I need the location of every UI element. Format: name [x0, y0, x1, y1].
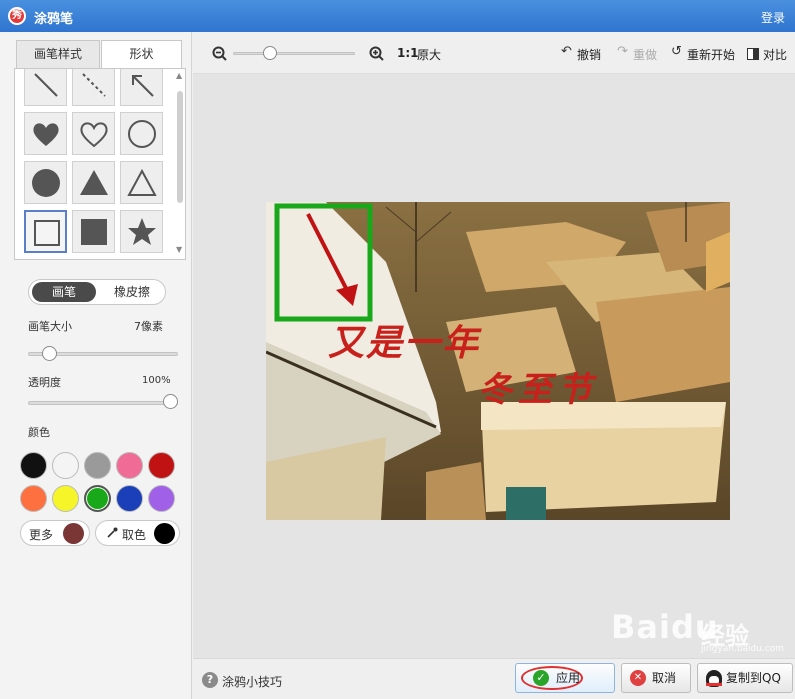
shape-circle-outline-tool[interactable] — [120, 112, 163, 155]
color-swatch[interactable] — [116, 485, 143, 512]
shape-heart-outline-tool[interactable] — [72, 112, 115, 155]
original-size-button[interactable]: 原大 — [417, 46, 441, 63]
restart-button[interactable]: 重新开始 — [687, 46, 735, 63]
color-swatch[interactable] — [20, 485, 47, 512]
circle-outline-icon — [128, 120, 156, 148]
left-panel: 画笔样式 形状 ▲ ▼ 画笔 橡皮擦 画笔大小 7像素 透明度 100% 颜色 … — [0, 32, 192, 699]
scroll-up-icon[interactable]: ▲ — [176, 71, 182, 80]
apply-label: 应用 — [556, 671, 581, 685]
dashed-line-icon — [82, 73, 106, 97]
triangle-filled-icon — [80, 170, 108, 195]
mode-toggle: 画笔 橡皮擦 — [28, 279, 166, 305]
doodle-tips-link[interactable]: 涂鸦小技巧 — [222, 673, 282, 690]
compare-icon[interactable] — [747, 48, 759, 60]
triangle-outline-icon — [127, 168, 157, 196]
login-link[interactable]: 登录 — [761, 9, 785, 26]
canvas-area: 又是一年 冬至节 Baidu 经验 jingyan.baidu.com — [193, 74, 795, 658]
shape-circle-filled-tool[interactable] — [24, 161, 67, 204]
more-colors-button[interactable]: 更多 — [20, 520, 90, 546]
circle-filled-icon — [32, 169, 60, 197]
shape-square-outline-tool[interactable] — [24, 210, 67, 253]
brush-size-label: 画笔大小 — [28, 320, 72, 333]
brush-mode-button[interactable]: 画笔 — [32, 282, 96, 302]
window-title: 涂鸦笔 — [34, 12, 74, 27]
restart-icon[interactable]: ↺ — [671, 44, 682, 59]
shape-dashed-line-tool[interactable] — [72, 69, 115, 106]
left-tabs: 画笔样式 形状 — [16, 40, 182, 68]
shape-arrow-tool[interactable] — [120, 69, 163, 106]
cancel-icon: ✕ — [630, 670, 646, 686]
color-swatch[interactable] — [84, 485, 111, 512]
color-swatch[interactable] — [52, 485, 79, 512]
arrow-icon — [132, 75, 154, 97]
shape-line-tool[interactable] — [24, 69, 67, 106]
top-toolbar: 1:1 原大 ↶ 撤销 ↷ 重做 ↺ 重新开始 对比 — [193, 32, 795, 74]
eyedropper-icon — [107, 527, 118, 538]
app-window: 秀 涂鸦笔 登录 画笔样式 形状 ▲ ▼ 画笔 橡皮擦 画笔大小 7像素 透明度… — [0, 0, 795, 699]
tab-brush-style[interactable]: 画笔样式 — [16, 40, 100, 68]
zoom-in-icon[interactable] — [369, 46, 384, 61]
undo-button[interactable]: 撤销 — [577, 46, 601, 63]
heart-filled-icon — [33, 123, 59, 146]
color-swatch[interactable] — [20, 452, 47, 479]
redo-button[interactable]: 重做 — [633, 46, 657, 63]
cancel-button[interactable]: ✕ 取消 — [621, 663, 691, 693]
shape-square-filled-tool[interactable] — [72, 210, 115, 253]
color-swatch[interactable] — [148, 485, 175, 512]
tab-shape[interactable]: 形状 — [101, 40, 182, 68]
scrollbar-thumb[interactable] — [177, 91, 183, 203]
brush-size-slider-knob[interactable] — [41, 346, 57, 361]
color-swatch[interactable] — [52, 452, 79, 479]
watermark-url: jingyan.baidu.com — [701, 644, 785, 654]
star-icon — [128, 218, 156, 245]
zoom-slider[interactable] — [233, 52, 355, 55]
undo-icon[interactable]: ↶ — [561, 44, 572, 59]
brush-size-value: 7像素 — [134, 320, 163, 333]
eraser-mode-button[interactable]: 橡皮擦 — [101, 282, 163, 302]
bottom-bar: ? 涂鸦小技巧 ✓ 应用 ✕ 取消 复制到QQ — [193, 658, 795, 699]
opacity-value: 100% — [142, 375, 171, 386]
title-bar: 秀 涂鸦笔 登录 — [0, 0, 795, 32]
color-swatch[interactable] — [148, 452, 175, 479]
cancel-label: 取消 — [652, 671, 677, 685]
redo-icon: ↷ — [617, 44, 628, 59]
photo-text-line1: 又是一年 — [328, 322, 481, 364]
square-outline-icon — [34, 220, 60, 246]
checkmark-icon: ✓ — [533, 670, 549, 686]
qq-penguin-icon — [706, 670, 722, 687]
scroll-down-icon[interactable]: ▼ — [176, 245, 182, 254]
more-colors-label: 更多 — [29, 528, 54, 542]
picked-color-preview — [154, 523, 175, 544]
square-filled-icon — [81, 219, 107, 245]
zoom-out-icon[interactable] — [212, 46, 227, 61]
shape-heart-filled-tool[interactable] — [24, 112, 67, 155]
shape-grid: ▲ ▼ — [14, 68, 186, 260]
shape-star-tool[interactable] — [120, 210, 163, 253]
opacity-slider[interactable] — [28, 401, 178, 405]
line-icon — [34, 73, 58, 97]
color-picker-label: 取色 — [122, 528, 147, 542]
app-logo-icon: 秀 — [8, 7, 26, 25]
opacity-slider-knob[interactable] — [163, 394, 178, 409]
photo-canvas[interactable]: 又是一年 冬至节 — [266, 202, 730, 520]
color-swatch[interactable] — [84, 452, 111, 479]
color-swatch[interactable] — [116, 452, 143, 479]
color-label: 颜色 — [28, 426, 50, 439]
compare-button[interactable]: 对比 — [763, 46, 787, 63]
photo-text-line2: 冬至节 — [478, 370, 598, 410]
heart-outline-icon — [80, 122, 108, 148]
color-picker-button[interactable]: 取色 — [95, 520, 180, 546]
shape-triangle-outline-tool[interactable] — [120, 161, 163, 204]
apply-button[interactable]: ✓ 应用 — [515, 663, 615, 693]
shape-triangle-filled-tool[interactable] — [72, 161, 115, 204]
copy-to-qq-button[interactable]: 复制到QQ — [697, 663, 793, 693]
copy-to-qq-label: 复制到QQ — [726, 671, 781, 685]
zoom-slider-knob[interactable] — [263, 46, 278, 60]
help-icon[interactable]: ? — [202, 672, 218, 688]
opacity-label: 透明度 — [28, 376, 61, 389]
zoom-ratio[interactable]: 1:1 — [397, 46, 419, 60]
more-color-preview — [63, 523, 84, 544]
shape-grid-scrollbar[interactable]: ▲ ▼ — [175, 69, 185, 259]
